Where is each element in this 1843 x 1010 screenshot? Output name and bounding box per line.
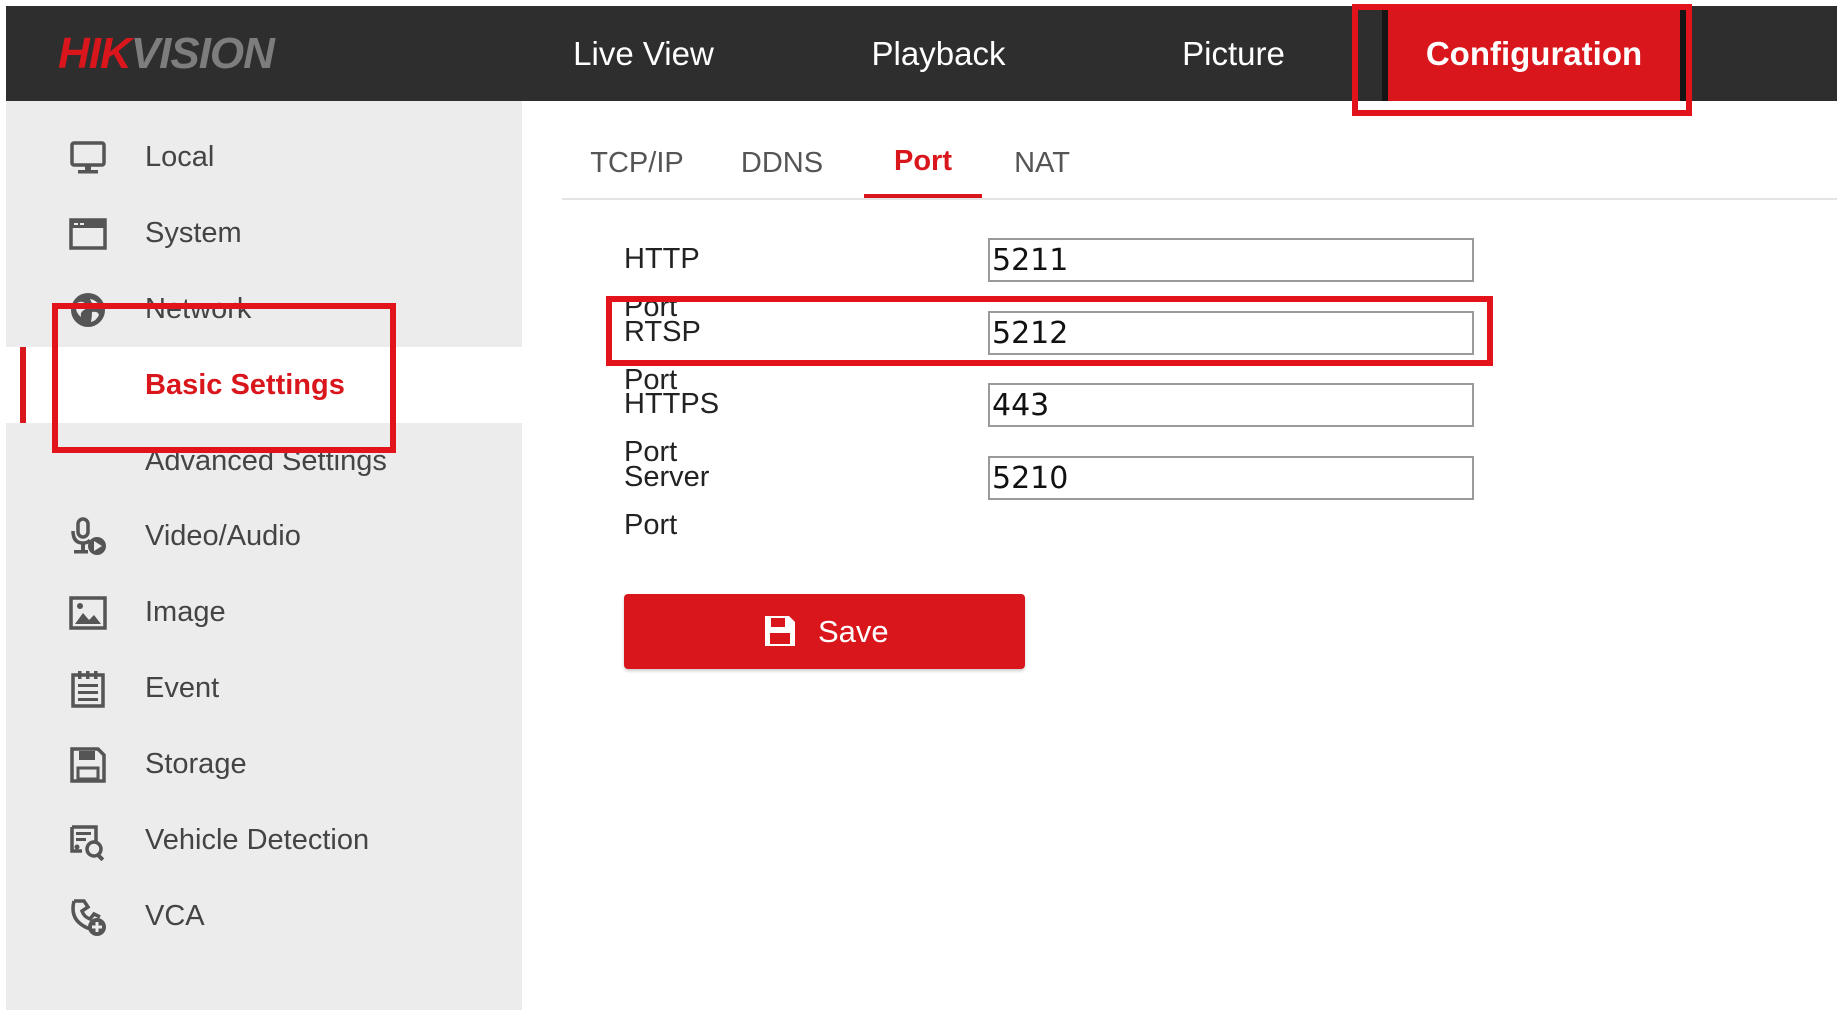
nav-configuration[interactable]: Configuration: [1382, 6, 1686, 101]
sidebar-item-label: Vehicle Detection: [145, 824, 370, 856]
save-icon: [762, 613, 798, 649]
server-port-input[interactable]: [988, 456, 1474, 500]
save-button-label: Save: [818, 614, 889, 649]
sidebar-item-label: Storage: [145, 748, 247, 780]
vehicle-search-icon: [68, 821, 108, 861]
rtsp-port-input[interactable]: [988, 311, 1474, 355]
https-port-input[interactable]: [988, 383, 1474, 427]
sidebar-item-label: Image: [145, 596, 226, 628]
sidebar-item-label: Event: [145, 672, 220, 704]
sidebar-item-label: Network: [145, 293, 252, 325]
floppy-disk-icon: [68, 745, 108, 785]
nav-live-view[interactable]: Live View: [541, 6, 746, 101]
sidebar-item-label: Local: [145, 141, 215, 173]
sidebar-subitem-label: Basic Settings: [145, 369, 345, 401]
sidebar-item-image[interactable]: Image: [6, 574, 522, 650]
sidebar-item-event[interactable]: Event: [6, 650, 522, 726]
sidebar-item-vehicle-detection[interactable]: Vehicle Detection: [6, 802, 522, 878]
tab-nat[interactable]: NAT: [992, 128, 1092, 198]
system-window-icon: [68, 214, 108, 254]
hikvision-logo[interactable]: HIKVISION: [58, 28, 275, 80]
sidebar-item-storage[interactable]: Storage: [6, 726, 522, 802]
nav-playback[interactable]: Playback: [836, 6, 1041, 101]
vca-icon: [68, 897, 108, 937]
sidebar-item-label: System: [145, 217, 242, 249]
nav-picture[interactable]: Picture: [1131, 6, 1336, 101]
sidebar: Local System Network Basic Settings Adva…: [6, 101, 522, 1010]
sidebar-item-label: Video/Audio: [145, 520, 301, 552]
sidebar-subitem-advanced-settings[interactable]: Advanced Settings: [6, 423, 522, 499]
sidebar-item-network[interactable]: Network: [6, 271, 522, 347]
sidebar-item-label: VCA: [145, 900, 205, 932]
logo-text-vision: VISION: [130, 29, 275, 78]
server-port-label: Server Port: [624, 461, 710, 541]
globe-icon: [68, 290, 108, 330]
top-nav-bar: HIKVISION Live View Playback Picture Con…: [6, 6, 1837, 101]
sidebar-item-local[interactable]: Local: [6, 119, 522, 195]
tab-divider: [562, 198, 1837, 200]
calendar-icon: [68, 669, 108, 709]
save-button[interactable]: Save: [624, 594, 1025, 669]
image-icon: [68, 593, 108, 633]
tab-ddns[interactable]: DDNS: [712, 128, 852, 198]
sidebar-item-vca[interactable]: VCA: [6, 878, 522, 954]
active-indicator-bar: [20, 347, 26, 423]
microphone-icon: [68, 517, 108, 557]
logo-text-hik: HIK: [58, 29, 132, 78]
sidebar-item-system[interactable]: System: [6, 195, 522, 271]
sidebar-subitem-label: Advanced Settings: [145, 445, 387, 477]
http-port-input[interactable]: [988, 238, 1474, 282]
sidebar-subitem-basic-settings[interactable]: Basic Settings: [6, 347, 522, 423]
sidebar-item-video-audio[interactable]: Video/Audio: [6, 498, 522, 574]
monitor-icon: [68, 138, 108, 178]
tab-tcpip[interactable]: TCP/IP: [562, 128, 712, 198]
tab-port[interactable]: Port: [864, 128, 982, 198]
